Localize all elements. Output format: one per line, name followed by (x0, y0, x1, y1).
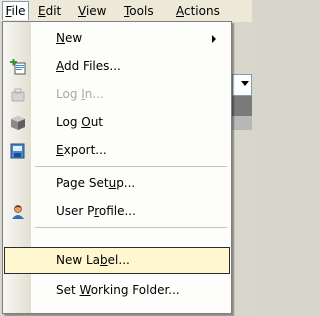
menu-edit[interactable]: Edit (38, 3, 61, 19)
menu-item-add-files[interactable]: Add Files... (4, 53, 230, 80)
menu-item-user-profile[interactable]: User Profile... (4, 198, 230, 225)
menu-tools[interactable]: Tools (124, 3, 154, 19)
background-combo-box[interactable] (232, 74, 252, 96)
menu-item-log-in[interactable]: Log In... (4, 81, 230, 108)
menu-item-set-working-folder[interactable]: Set Working Folder... (4, 277, 230, 304)
menu-view[interactable]: View (78, 3, 106, 19)
background-toolbar (232, 22, 252, 316)
chevron-down-icon (241, 81, 249, 86)
log-out-icon (10, 115, 26, 131)
export-icon (10, 143, 26, 159)
menu-item-new-label[interactable]: New Label... (4, 247, 230, 274)
submenu-arrow-icon (212, 35, 216, 43)
background-panel-subheader (232, 116, 252, 130)
menu-actions[interactable]: Actions (176, 3, 220, 19)
menu-item-new[interactable]: New (4, 25, 230, 52)
menu-bar: File Edit View Tools Actions (0, 0, 252, 23)
menu-separator (35, 166, 227, 167)
log-in-icon (10, 87, 26, 103)
menu-item-page-setup[interactable]: Page Setup... (4, 170, 230, 197)
background-panel-header (232, 96, 252, 116)
add-files-icon (10, 58, 26, 75)
menu-item-log-out[interactable]: Log Out (4, 109, 230, 136)
menu-separator (35, 227, 227, 228)
menu-file[interactable]: File (2, 1, 29, 20)
menu-item-export[interactable]: Export... (4, 137, 230, 164)
user-profile-icon (10, 204, 26, 220)
file-menu-dropdown: New Add Files... Log In... Log Out Expor… (2, 21, 232, 314)
